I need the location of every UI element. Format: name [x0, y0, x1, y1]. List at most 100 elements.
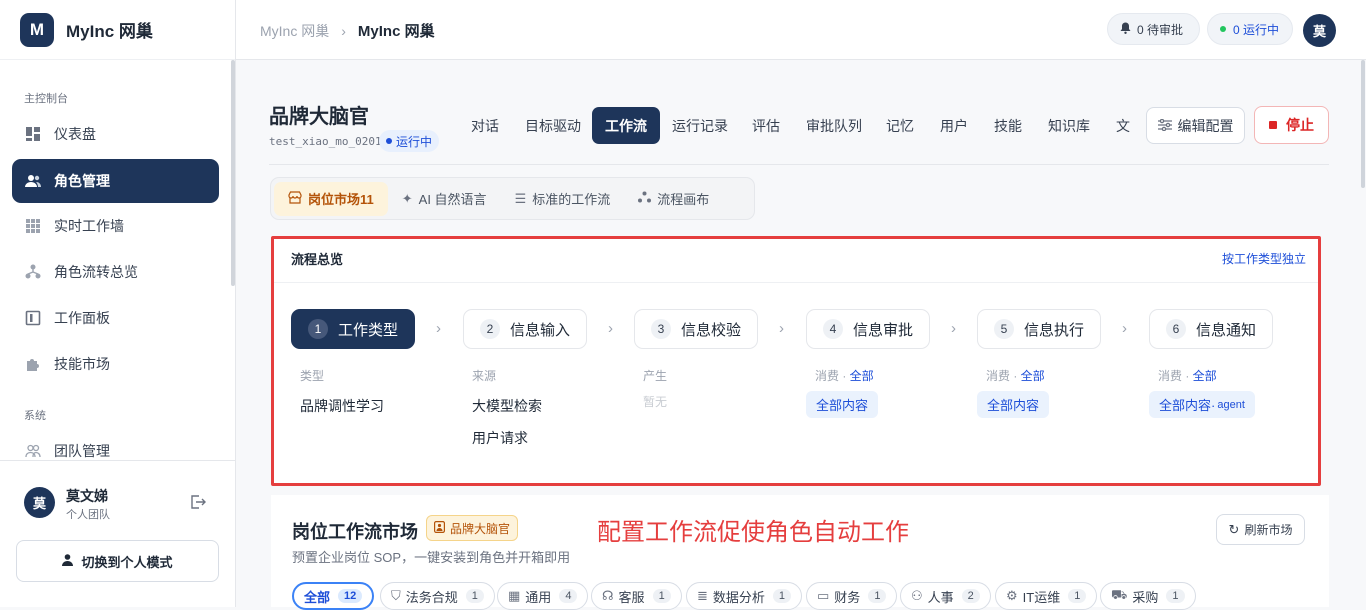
cart-icon: ⛟ [1111, 587, 1128, 602]
filter-chip-all[interactable]: 全部 12 [292, 582, 375, 610]
col-empty: 暂无 [643, 395, 668, 409]
chip-count: 1 [1166, 589, 1185, 603]
consume-all-link[interactable]: 全部 [850, 369, 874, 383]
pending-approvals-pill[interactable]: 0 待审批 [1107, 13, 1200, 45]
subtab-label: 流程画布 [657, 192, 710, 207]
step-1[interactable]: 1 工作类型 [291, 309, 416, 349]
avatar[interactable]: 莫 [1303, 14, 1336, 47]
chip-count: 1 [1068, 589, 1087, 603]
pending-label: 0 待审批 [1137, 22, 1184, 37]
subtab-job-market[interactable]: 岗位市场11 [274, 181, 388, 216]
sidebar-item-label: 角色管理 [54, 173, 110, 189]
step-6[interactable]: 6 信息通知 [1149, 309, 1274, 349]
sidebar-item-dashboard[interactable]: 仪表盘 [12, 112, 219, 156]
filter-chip-it[interactable]: ⚙ IT运维 1 [995, 582, 1098, 610]
step-number: 5 [994, 319, 1014, 339]
breadcrumb-root[interactable]: MyInc 网巢 [260, 21, 329, 41]
chip-count: 1 [772, 589, 792, 603]
tab-more[interactable]: 文 [1106, 107, 1140, 144]
user-panel: 莫 莫文娣 个人团队 切换到个人模式 [0, 460, 235, 607]
filter-chip-legal[interactable]: ⛉ 法务合规 1 [380, 582, 495, 610]
filter-chip-hr[interactable]: ⚇ 人事 2 [900, 582, 991, 610]
sidebar-item-skills[interactable]: 技能市场 [12, 342, 219, 386]
tab-eval[interactable]: 评估 [742, 107, 790, 144]
switch-personal-mode-button[interactable]: 切换到个人模式 [16, 540, 219, 582]
step-label: 工作类型 [338, 321, 399, 339]
subtab-label: 岗位市场11 [308, 192, 374, 207]
subtab-standard-workflow[interactable]: ☰ 标准的工作流 [501, 182, 625, 216]
col-value: 品牌调性学习 [300, 398, 384, 414]
chip-label: IT运维 [1022, 589, 1061, 605]
col-label: 消费 · 全部 [986, 367, 1045, 384]
shield-icon: ⛉ [391, 588, 401, 603]
nodes-icon [638, 191, 652, 206]
tab-goal[interactable]: 目标驱动 [515, 107, 591, 144]
col-label: 消费 · 全部 [1158, 367, 1217, 384]
step-label: 信息执行 [1024, 321, 1085, 339]
step-2[interactable]: 2 信息输入 [463, 309, 588, 349]
sidebar-item-roles[interactable]: 角色管理 [12, 159, 219, 203]
chip-count: 1 [652, 589, 671, 603]
tab-users[interactable]: 用户 [930, 107, 978, 144]
tag-label: 全部内容· [1159, 398, 1216, 413]
filter-chip-purchase[interactable]: ⛟ 采购 1 [1100, 582, 1196, 610]
database-icon: ≣ [697, 588, 708, 603]
consume-all-link[interactable]: 全部 [1193, 369, 1217, 383]
headset-icon: ☊ [602, 588, 614, 603]
subtab-bar: 岗位市场11 ✦ AI 自然语言 ☰ 标准的工作流 流程画布 [270, 177, 755, 220]
chip-label: 全部 [304, 589, 331, 605]
running-pill[interactable]: 0 运行中 [1207, 13, 1293, 45]
tab-skills[interactable]: 技能 [984, 107, 1032, 144]
tab-workflow[interactable]: 工作流 [592, 107, 660, 144]
filter-chip-data[interactable]: ≣ 数据分析 1 [686, 582, 803, 610]
sidebar-scrollbar[interactable] [231, 60, 235, 286]
consume-all-link[interactable]: 全部 [1021, 369, 1045, 383]
stop-button[interactable]: 停止 [1254, 106, 1329, 144]
step-4[interactable]: 4 信息审批 [806, 309, 931, 349]
subtab-canvas[interactable]: 流程画布 [624, 182, 723, 216]
gear-icon: ⚙ [1006, 588, 1018, 603]
tag-sub-label: agent [1217, 398, 1245, 411]
step-3[interactable]: 3 信息校验 [634, 309, 759, 349]
filter-chip-finance[interactable]: ▭ 财务 1 [806, 582, 898, 610]
step-label: 信息审批 [853, 321, 914, 339]
breadcrumb: MyInc 网巢 › MyInc 网巢 [260, 20, 435, 41]
refresh-icon: ↻ [1228, 521, 1240, 537]
tab-chat[interactable]: 对话 [461, 107, 509, 144]
subtab-ai-natural-language[interactable]: ✦ AI 自然语言 [388, 182, 501, 216]
avatar[interactable]: 莫 [24, 487, 55, 518]
breadcrumb-current: MyInc 网巢 [357, 23, 435, 40]
logout-icon[interactable] [189, 494, 207, 513]
tab-approval-queue[interactable]: 审批队列 [796, 107, 872, 144]
bell-icon [1120, 22, 1131, 37]
agent-id: test_xiao_mo_0201 [269, 135, 382, 148]
consume-prefix: 消费 · [1158, 369, 1193, 383]
tab-memory[interactable]: 记忆 [876, 107, 924, 144]
by-type-link[interactable]: 按工作类型独立 [1222, 250, 1306, 267]
sidebar-item-workwall[interactable]: 实时工作墙 [12, 204, 219, 248]
step-number: 3 [651, 319, 671, 339]
chip-label: 数据分析 [712, 589, 765, 605]
wallet-icon: ▭ [817, 588, 830, 603]
step-5[interactable]: 5 信息执行 [977, 309, 1102, 349]
refresh-market-button[interactable]: ↻ 刷新市场 [1216, 514, 1305, 545]
panel-icon [25, 310, 41, 326]
chip-count: 12 [338, 589, 363, 603]
sidebar-item-panel[interactable]: 工作面板 [12, 296, 219, 340]
sidebar: M MyInc 网巢 主控制台 仪表盘 角色管理 实时工作墙 角色流转总览 工作… [0, 0, 236, 607]
sidebar-item-label: 技能市场 [54, 356, 110, 372]
overview-title: 流程总览 [291, 252, 344, 267]
filter-chip-service[interactable]: ☊ 客服 1 [591, 582, 682, 610]
sliders-icon [1157, 118, 1172, 134]
page-scrollbar[interactable] [1361, 60, 1365, 188]
tab-runs[interactable]: 运行记录 [662, 107, 738, 144]
chevron-right-icon: › [1122, 320, 1127, 337]
sidebar-item-flow[interactable]: 角色流转总览 [12, 250, 219, 294]
filter-chip-general[interactable]: ▦ 通用 4 [497, 582, 589, 610]
consume-prefix: 消费 · [815, 369, 850, 383]
section-label-system: 系统 [24, 410, 46, 422]
edit-config-button[interactable]: 编辑配置 [1146, 107, 1245, 144]
tab-knowledge[interactable]: 知识库 [1038, 107, 1100, 144]
brand: M MyInc 网巢 [0, 0, 235, 60]
chip-label: 人事 [927, 589, 954, 605]
